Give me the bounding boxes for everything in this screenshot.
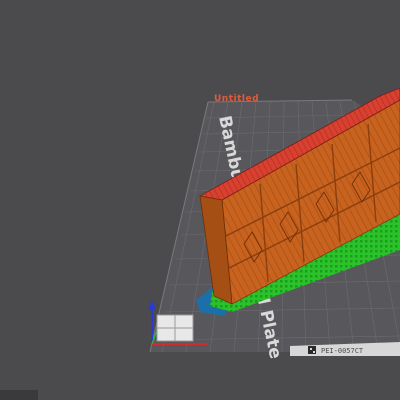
- plate-name-label[interactable]: Untitled: [214, 94, 259, 104]
- viewport-canvas[interactable]: Untitled Bambu Textured PEI Plate PEI-00…: [0, 0, 400, 400]
- corner-toolbar-stub[interactable]: [0, 390, 38, 400]
- 3d-viewport[interactable]: Untitled Bambu Textured PEI Plate PEI-00…: [0, 0, 400, 400]
- qr-code-icon: [308, 346, 316, 354]
- plate-id-label: PEI-0057CT: [321, 347, 364, 355]
